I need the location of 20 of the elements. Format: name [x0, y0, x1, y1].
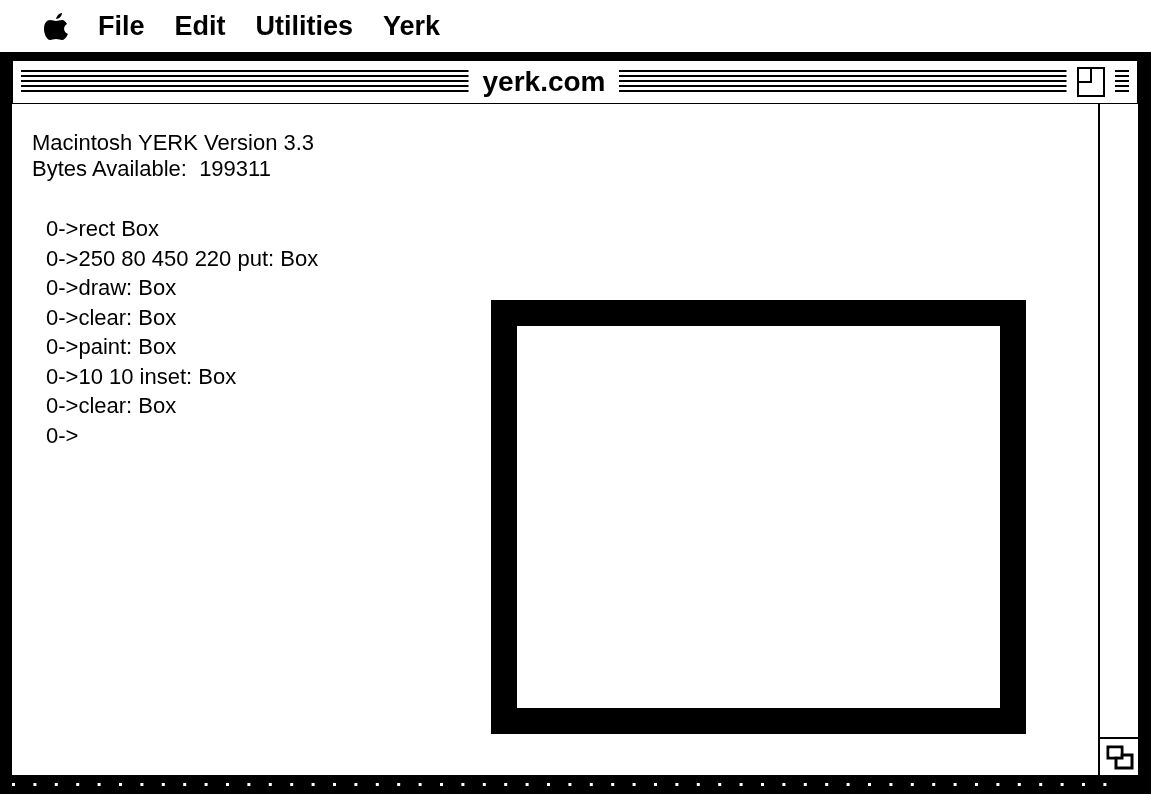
menu-item[interactable]: Edit — [174, 12, 226, 40]
console-line: 0->250 80 450 220 put: Box — [46, 244, 319, 273]
menu-item[interactable]: File — [98, 12, 145, 40]
menu-item[interactable]: Utilities — [255, 12, 354, 40]
console-line: Macintosh YERK Version 3.3 — [32, 130, 315, 156]
console-line: 0-> — [46, 421, 79, 450]
console-line: 0->clear: Box — [46, 303, 177, 332]
title-bar-stripes[interactable] — [619, 69, 1067, 95]
title-bar-stripes[interactable] — [21, 69, 469, 95]
window-title: yerk.com — [481, 68, 607, 96]
menu-item[interactable]: Yerk — [383, 12, 441, 40]
title-bar-stripes[interactable] — [1115, 69, 1129, 95]
zoom-box-icon[interactable] — [1077, 67, 1105, 97]
console-line: 0->clear: Box — [46, 392, 177, 420]
console-line: 0->paint: Box — [46, 333, 177, 361]
console-line: Bytes Available: 199311 — [32, 156, 271, 182]
console-line: 0->draw: Box — [46, 274, 177, 302]
console-line: 0->10 10 inset: Box — [46, 362, 237, 391]
console-line: 0->rect Box — [46, 215, 160, 243]
apple-logo-icon[interactable] — [44, 12, 68, 40]
